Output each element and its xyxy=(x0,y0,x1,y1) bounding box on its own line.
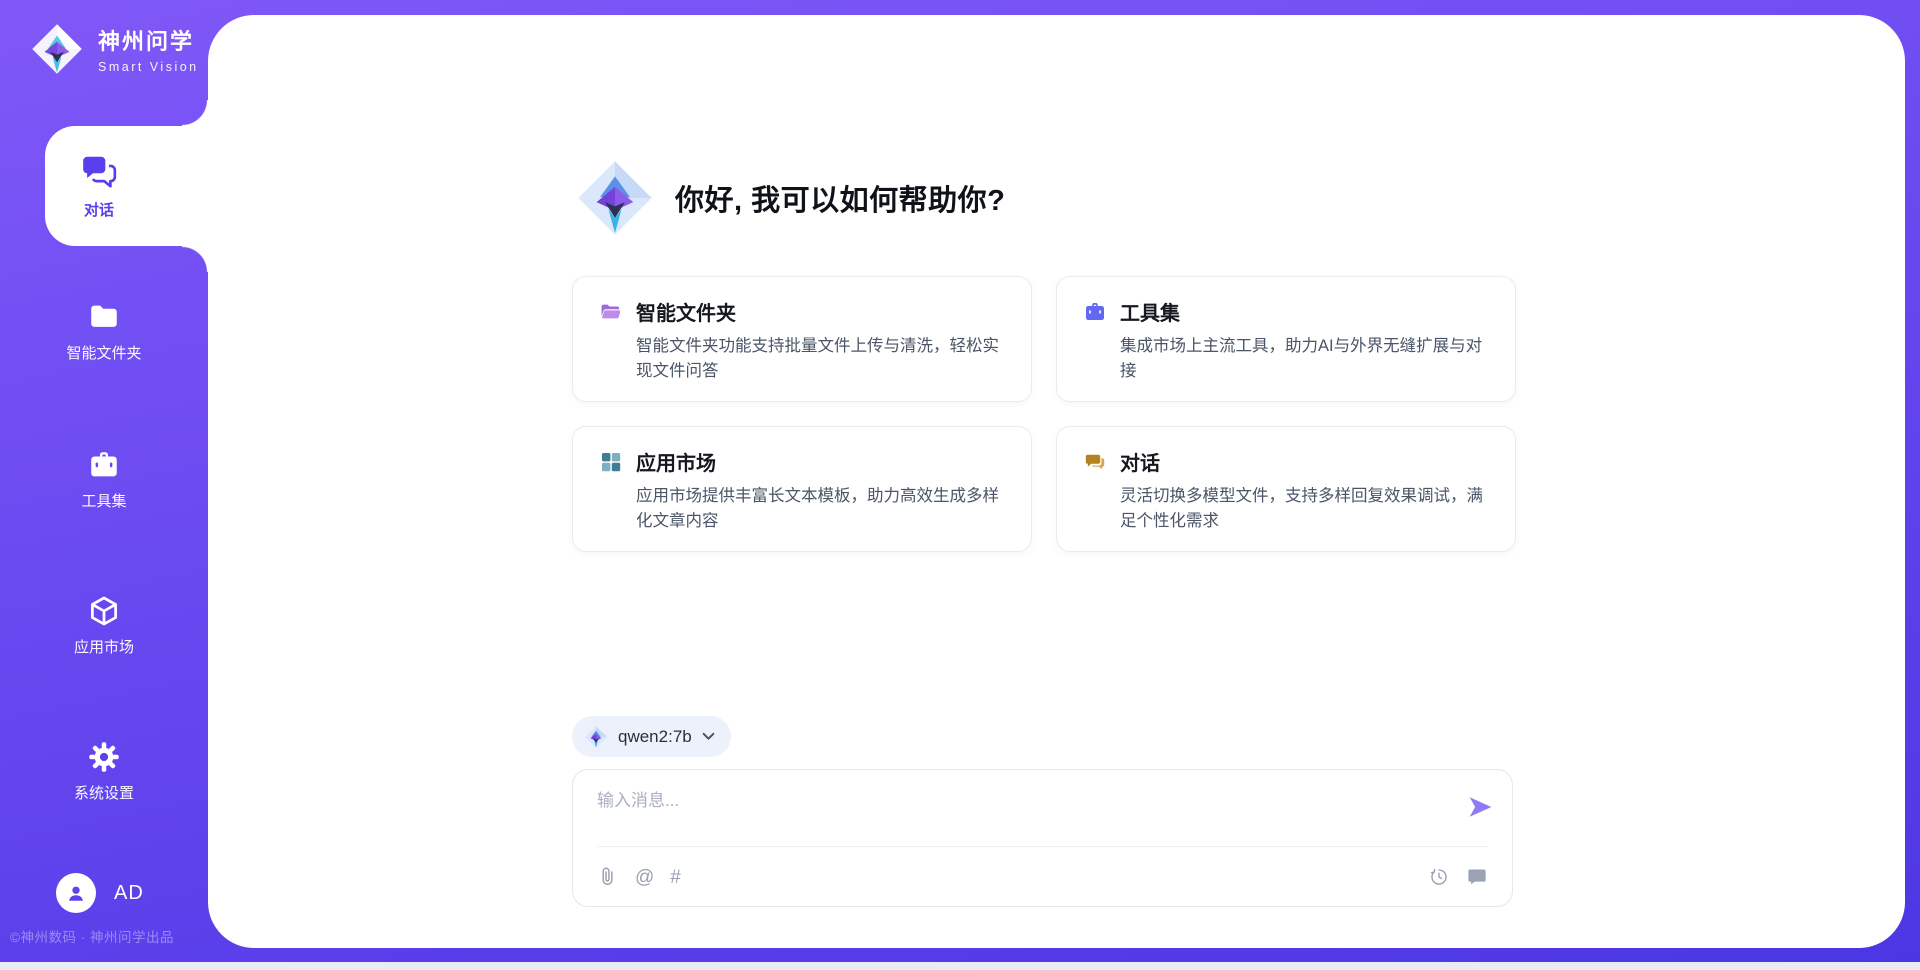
toolbox-icon xyxy=(1083,300,1107,324)
sidebar-item-smart-folders[interactable]: 智能文件夹 xyxy=(0,300,208,363)
sidebar-item-label: 工具集 xyxy=(0,490,208,511)
card-title: 对话 xyxy=(1120,447,1160,476)
cube-icon xyxy=(87,594,121,628)
history-icon[interactable] xyxy=(1428,866,1450,888)
copyright-text: ©神州数码 · 神州问学出品 xyxy=(10,926,240,946)
message-input[interactable] xyxy=(597,786,1447,838)
toolbox-icon xyxy=(87,448,121,482)
card-toolset[interactable]: 工具集 集成市场上主流工具，助力AI与外界无缝扩展与对接 xyxy=(1056,276,1516,402)
chevron-down-icon xyxy=(702,731,715,742)
card-description: 智能文件夹功能支持批量文件上传与清洗，轻松实现文件问答 xyxy=(636,334,1009,384)
card-title: 应用市场 xyxy=(636,447,716,476)
composer-toolbar: @ # xyxy=(597,858,1488,896)
sidebar-item-label: 系统设置 xyxy=(0,782,208,803)
card-description: 应用市场提供丰富长文本模板，助力高效生成多样化文章内容 xyxy=(636,484,1009,534)
sidebar-item-label: 对话 xyxy=(84,199,114,220)
sidebar-item-toolset[interactable]: 工具集 xyxy=(0,448,208,511)
model-selector[interactable]: qwen2:7b xyxy=(572,716,731,757)
send-button[interactable] xyxy=(1466,794,1494,822)
avatar xyxy=(56,873,96,913)
sidebar-item-system-settings[interactable]: 系统设置 xyxy=(0,740,208,803)
user-initials: AD xyxy=(114,882,144,905)
card-smart-folders[interactable]: 智能文件夹 智能文件夹功能支持批量文件上传与清洗，轻松实现文件问答 xyxy=(572,276,1032,402)
app-grid-icon xyxy=(599,450,623,474)
sidebar-item-chat[interactable]: 对话 xyxy=(45,126,209,246)
sidebar-item-label: 智能文件夹 xyxy=(0,342,208,363)
chat-bubble-icon[interactable] xyxy=(1466,866,1488,888)
assistant-diamond-icon xyxy=(575,158,655,238)
brand-logo: 神州问学 Smart Vision xyxy=(30,22,199,76)
app-window: 神州问学 Smart Vision 对话 智能文件夹 工具集 xyxy=(0,0,1920,970)
bottom-edge-strip xyxy=(0,962,1920,970)
person-icon xyxy=(65,882,87,904)
brand-name: 神州问学 xyxy=(98,24,199,56)
composer-divider xyxy=(597,846,1488,847)
welcome-block: 你好, 我可以如何帮助你? xyxy=(575,158,1005,238)
folder-open-icon xyxy=(599,300,623,324)
tab-curve-bottom xyxy=(182,246,208,272)
gear-icon xyxy=(87,740,121,774)
model-diamond-icon xyxy=(584,725,608,749)
feature-cards: 智能文件夹 智能文件夹功能支持批量文件上传与清洗，轻松实现文件问答 工具集 集成… xyxy=(572,276,1516,552)
card-title: 工具集 xyxy=(1120,297,1180,326)
sidebar-item-label: 应用市场 xyxy=(0,636,208,657)
card-chat[interactable]: 对话 灵活切换多模型文件，支持多样回复效果调试，满足个性化需求 xyxy=(1056,426,1516,552)
hash-icon[interactable]: # xyxy=(670,868,681,887)
brand-subtitle: Smart Vision xyxy=(98,60,199,74)
tab-curve-top xyxy=(182,100,208,126)
folder-icon xyxy=(87,300,121,334)
sidebar-item-app-market[interactable]: 应用市场 xyxy=(0,594,208,657)
message-composer: @ # xyxy=(572,769,1513,907)
greeting-text: 你好, 我可以如何帮助你? xyxy=(675,177,1005,219)
model-name: qwen2:7b xyxy=(618,727,692,747)
brand-diamond-icon xyxy=(30,22,84,76)
at-icon[interactable]: @ xyxy=(635,868,654,887)
chat-bubble-icon xyxy=(1083,450,1107,474)
card-title: 智能文件夹 xyxy=(636,297,736,326)
user-profile[interactable]: AD xyxy=(56,873,144,913)
send-icon xyxy=(1467,794,1493,820)
chat-icon xyxy=(80,152,118,190)
card-app-market[interactable]: 应用市场 应用市场提供丰富长文本模板，助力高效生成多样化文章内容 xyxy=(572,426,1032,552)
card-description: 灵活切换多模型文件，支持多样回复效果调试，满足个性化需求 xyxy=(1120,484,1493,534)
paperclip-icon[interactable] xyxy=(597,866,619,888)
card-description: 集成市场上主流工具，助力AI与外界无缝扩展与对接 xyxy=(1120,334,1493,384)
